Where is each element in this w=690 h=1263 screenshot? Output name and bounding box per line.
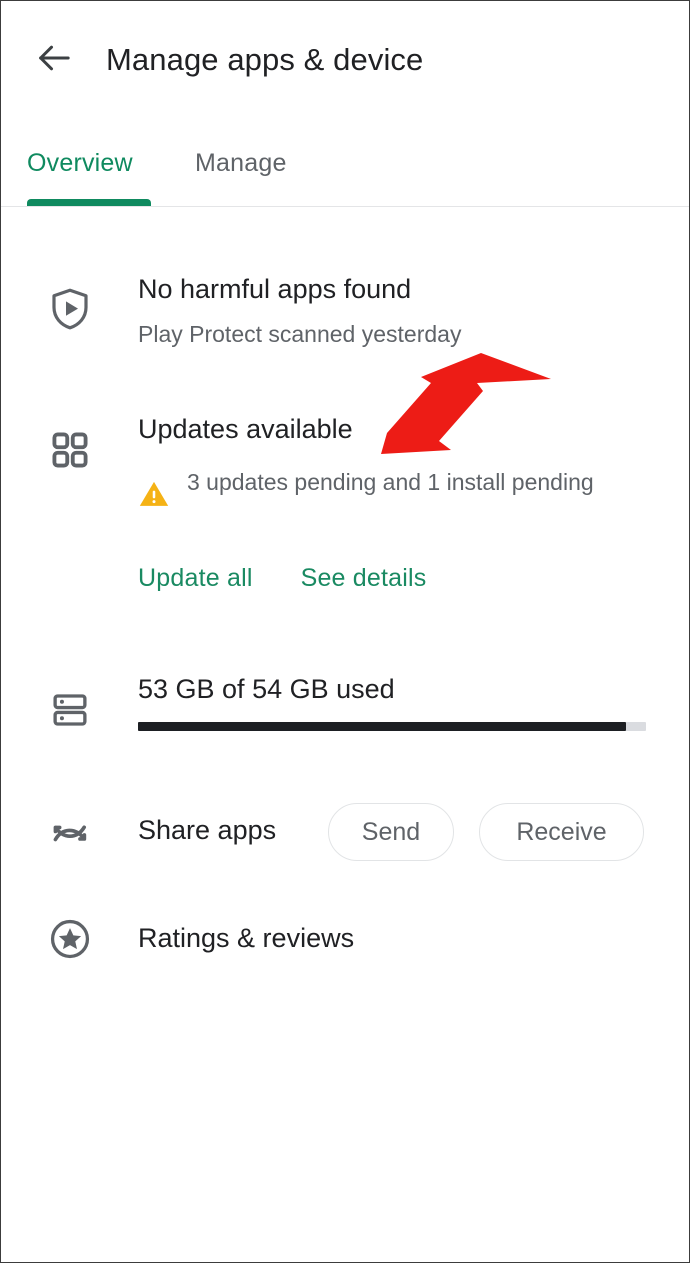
tab-bar: Overview Manage — [1, 119, 689, 207]
updates-available-title: Updates available — [138, 414, 353, 444]
storage-icon — [43, 683, 97, 737]
update-all-button[interactable]: Update all — [138, 564, 253, 593]
play-protect-title: No harmful apps found — [138, 274, 412, 304]
tab-overview-label: Overview — [27, 148, 133, 177]
play-protect-subtitle: Play Protect scanned yesterday — [138, 321, 462, 347]
updates-subtitle: 3 updates pending and 1 install pending — [187, 469, 594, 495]
app-bar: Manage apps & device — [1, 1, 689, 119]
arrow-left-icon — [34, 38, 74, 83]
apps-grid-icon — [43, 423, 97, 477]
storage-progress-fill — [138, 722, 626, 731]
tab-manage[interactable]: Manage — [195, 119, 287, 207]
play-store-manage-apps-screen: Manage apps & device Overview Manage No … — [0, 0, 690, 1263]
send-button[interactable]: Send — [328, 803, 454, 861]
annotation-arrow-icon — [381, 353, 551, 454]
tab-active-indicator — [27, 199, 151, 206]
shield-play-icon — [43, 282, 97, 336]
ratings-reviews-title: Ratings & reviews — [138, 923, 355, 953]
nearby-share-icon — [43, 806, 97, 860]
updates-actions: Update all See details — [138, 564, 426, 593]
page-title: Manage apps & device — [106, 42, 424, 77]
storage-progress-bar — [138, 722, 646, 731]
storage-title: 53 GB of 54 GB used — [138, 674, 395, 704]
star-circle-icon — [43, 912, 97, 966]
share-apps-title: Share apps — [138, 815, 277, 845]
tab-manage-label: Manage — [195, 148, 287, 177]
warning-triangle-icon — [137, 477, 171, 511]
receive-button[interactable]: Receive — [479, 803, 644, 861]
back-button[interactable] — [25, 31, 83, 89]
tab-overview[interactable]: Overview — [27, 119, 133, 207]
tab-divider — [1, 206, 689, 207]
see-details-button[interactable]: See details — [301, 564, 427, 593]
